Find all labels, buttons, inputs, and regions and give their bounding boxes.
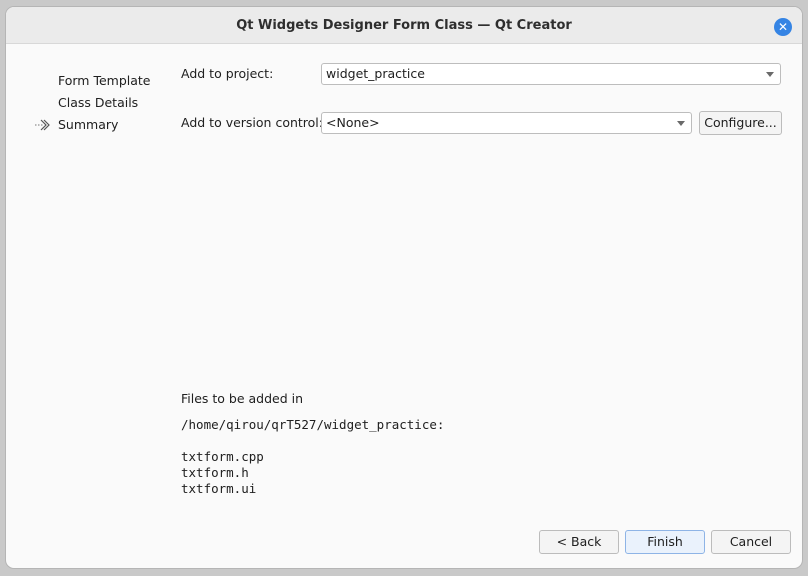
step-form-template: Form Template <box>58 72 151 94</box>
step-label: Form Template <box>58 73 151 88</box>
chevron-right-icon <box>35 119 50 131</box>
wizard-steps: Form Template Class Details Summary <box>35 72 151 138</box>
finish-button[interactable]: Finish <box>625 530 705 554</box>
project-value: widget_practice <box>326 66 425 81</box>
file-item: txtform.h <box>181 465 249 480</box>
vcs-label: Add to version control: <box>181 115 323 130</box>
dialog-window: Qt Widgets Designer Form Class — Qt Crea… <box>5 6 803 569</box>
step-label: Class Details <box>58 95 139 110</box>
close-button[interactable]: ✕ <box>774 18 792 36</box>
file-item: txtform.cpp <box>181 449 264 464</box>
project-label: Add to project: <box>181 66 274 81</box>
title-bar: Qt Widgets Designer Form Class — Qt Crea… <box>6 7 802 44</box>
step-class-details: Class Details <box>58 94 151 116</box>
chevron-down-icon <box>766 72 774 77</box>
configure-button[interactable]: Configure... <box>699 111 782 135</box>
file-item: txtform.ui <box>181 481 257 496</box>
window-title: Qt Widgets Designer Form Class — Qt Crea… <box>236 18 572 33</box>
project-select[interactable]: widget_practice <box>321 63 781 85</box>
close-icon: ✕ <box>777 20 789 34</box>
step-label: Summary <box>58 117 119 132</box>
vcs-select[interactable]: <None> <box>321 112 692 134</box>
files-list: txtform.cpp txtform.h txtform.ui <box>181 449 444 497</box>
files-directory: /home/qirou/qrT527/widget_practice: <box>181 417 445 432</box>
step-summary: Summary <box>35 116 151 138</box>
files-summary: Files to be added in /home/qirou/qrT527/… <box>181 391 444 497</box>
vcs-value: <None> <box>326 115 380 130</box>
back-button[interactable]: < Back <box>539 530 619 554</box>
chevron-down-icon <box>677 121 685 126</box>
cancel-button[interactable]: Cancel <box>711 530 791 554</box>
files-heading: Files to be added in <box>181 391 304 406</box>
